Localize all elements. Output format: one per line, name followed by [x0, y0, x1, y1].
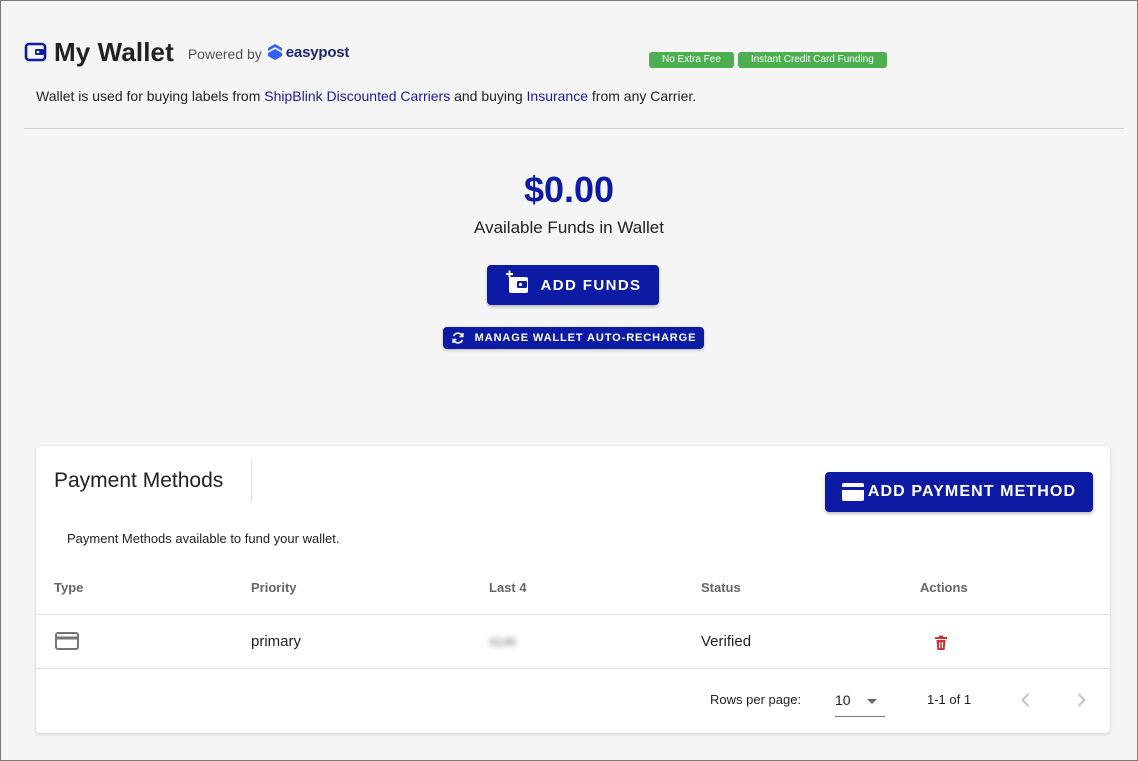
description-text: Wallet is used for buying labels from: [36, 88, 265, 104]
status-cell: Verified: [701, 633, 752, 650]
credit-card-icon: [55, 632, 79, 650]
description-text: and buying: [450, 88, 527, 104]
chevron-left-icon[interactable]: [1016, 690, 1036, 710]
column-header-actions: Actions: [920, 580, 968, 595]
badge-instant-funding: Instant Credit Card Funding: [737, 52, 887, 68]
wallet-header: My Wallet Powered by easypost No Extra F…: [24, 36, 1124, 104]
row-divider: [36, 668, 1110, 669]
rows-per-page-select[interactable]: 10: [835, 683, 885, 717]
payment-methods-title: Payment Methods: [54, 469, 224, 492]
header-row-divider: [36, 614, 1110, 615]
priority-cell: primary: [251, 633, 302, 650]
wallet-description: Wallet is used for buying labels from Sh…: [36, 88, 696, 104]
description-text: from any Carrier.: [588, 88, 697, 104]
manage-auto-recharge-button[interactable]: MANAGE WALLET AUTO-RECHARGE: [443, 327, 704, 349]
pagination-range: 1-1 of 1: [927, 692, 972, 707]
add-payment-method-button[interactable]: ADD PAYMENT METHOD: [825, 472, 1093, 512]
auto-recharge-label: MANAGE WALLET AUTO-RECHARGE: [474, 332, 697, 344]
add-funds-button[interactable]: ADD FUNDS: [487, 265, 659, 305]
last4-cell: 4144: [489, 635, 516, 649]
chevron-right-icon[interactable]: [1071, 690, 1091, 710]
wallet-balance-label: Available Funds in Wallet: [474, 218, 664, 237]
funds-summary: $0.00 Available Funds in Wallet: [0, 168, 1138, 238]
add-wallet-icon: [505, 270, 528, 293]
add-payment-method-label: ADD PAYMENT METHOD: [867, 483, 1077, 500]
page-title: My Wallet: [54, 36, 174, 67]
feature-badges: No Extra Fee Instant Credit Card Funding: [649, 52, 887, 68]
column-header-priority[interactable]: Priority: [251, 580, 297, 595]
badge-no-extra-fee: No Extra Fee: [649, 52, 734, 68]
add-funds-label: ADD FUNDS: [540, 276, 642, 294]
column-header-last4[interactable]: Last 4: [489, 580, 527, 595]
column-header-status[interactable]: Status: [701, 580, 741, 595]
header-divider: [24, 128, 1124, 129]
rows-per-page-value: 10: [835, 692, 851, 708]
wallet-icon: [24, 42, 47, 62]
easypost-brand-name: easypost: [285, 43, 350, 61]
payment-methods-subtitle: Payment Methods available to fund your w…: [67, 531, 340, 546]
caret-down-icon: [867, 699, 877, 704]
rows-per-page-label: Rows per page:: [710, 692, 802, 707]
column-header-type[interactable]: Type: [54, 580, 83, 595]
powered-by-label: Powered by: [187, 46, 262, 62]
title-divider: [251, 460, 252, 502]
discounted-carriers-link[interactable]: ShipBlink Discounted Carriers: [264, 88, 450, 104]
insurance-link[interactable]: Insurance: [527, 88, 588, 104]
trash-icon[interactable]: [934, 635, 948, 651]
refresh-icon: [452, 332, 464, 344]
credit-card-icon: [841, 483, 864, 501]
easypost-logo-icon: [267, 44, 282, 60]
payment-methods-card: Payment Methods ADD PAYMENT METHOD Payme…: [36, 446, 1110, 733]
easypost-logo: easypost: [267, 43, 349, 61]
wallet-balance: $0.00: [523, 169, 615, 210]
